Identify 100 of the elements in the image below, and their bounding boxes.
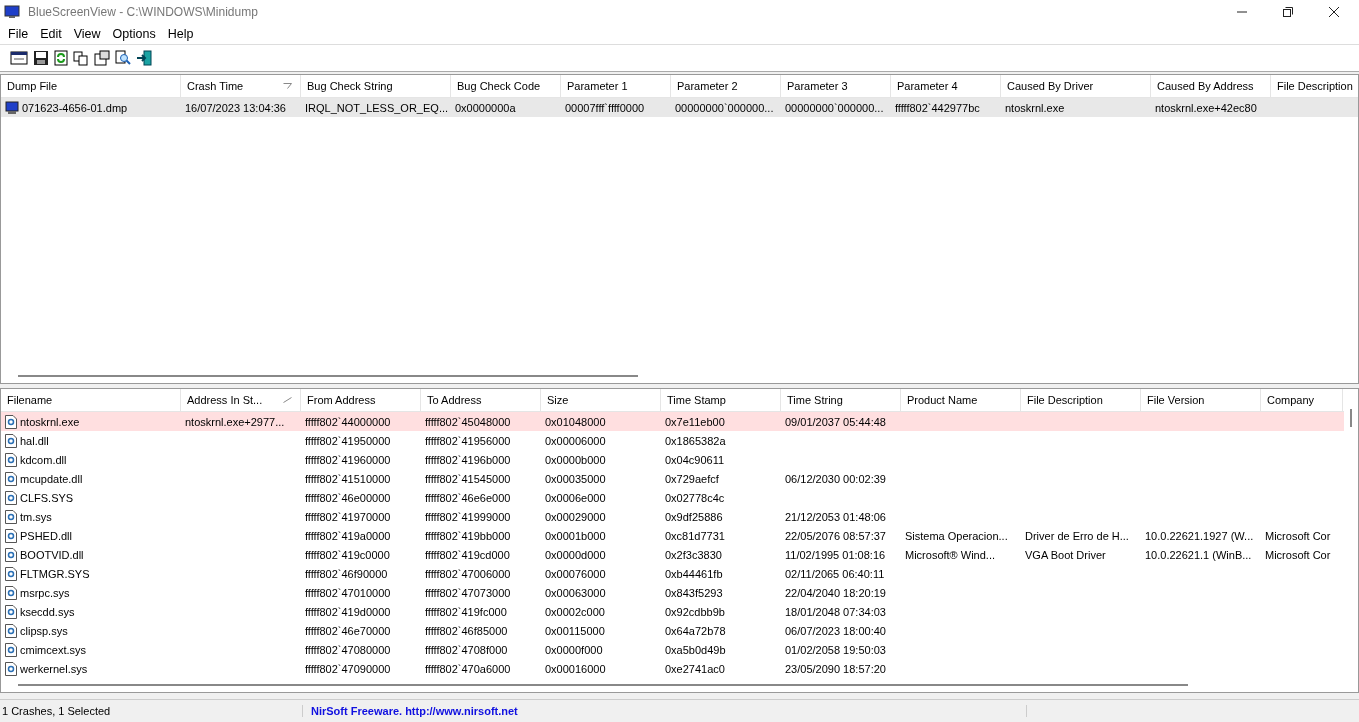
driver-row[interactable]: BOOTVID.dll fffff802`419c0000 fffff802`419cd000 0x0000d000 0x2f3c3830 11/02/1995 01:08:16 Microsoft® Wind... VGA Boot Driver 10.0.22621.1 (WinB... Microsoft Cor (1, 545, 1344, 564)
table-cell: 21/12/2053 01:48:06 (785, 510, 886, 523)
column-header[interactable]: Bug Check String (301, 75, 451, 97)
table-cell: fffff802`41545000 (425, 472, 511, 485)
driver-row[interactable]: msrpc.sys fffff802`47010000 fffff802`47073000 0x00063000 0x843f5293 22/04/2040 18:20:19 (1, 583, 1344, 602)
status-link[interactable]: NirSoft Freeware. http://www.nirsoft.net (303, 705, 1027, 717)
table-cell: kdcom.dll (20, 453, 67, 466)
driver-row[interactable]: clipsp.sys fffff802`46e70000 fffff802`46f85000 0x00115000 0x64a72b78 06/07/2023 18:00:40 (1, 621, 1344, 640)
close-icon[interactable] (1329, 7, 1339, 17)
table-cell: 0x9df25886 (665, 510, 723, 523)
table-cell: fffff802`46e00000 (305, 491, 391, 504)
column-header[interactable]: Parameter 1 (561, 75, 671, 97)
table-cell: cmimcext.sys (20, 643, 86, 656)
driver-file-icon (5, 528, 17, 543)
table-cell: 0x00115000 (545, 624, 605, 637)
column-header[interactable]: Parameter 2 (671, 75, 781, 97)
driver-file-icon (5, 509, 17, 524)
menu-item[interactable]: View (67, 27, 107, 41)
table-cell: 0x92cdbb9b (665, 605, 725, 618)
driver-row[interactable]: CLFS.SYS fffff802`46e00000 fffff802`46e6e000 0x0006e000 0x02778c4c (1, 488, 1344, 507)
column-header[interactable]: To Address (421, 389, 541, 411)
column-header[interactable]: File Description (1271, 75, 1359, 97)
driver-row[interactable]: ksecdd.sys fffff802`419d0000 fffff802`419fc000 0x0002c000 0x92cdbb9b 18/01/2048 07:34:03 (1, 602, 1344, 621)
maximize-icon[interactable] (1283, 7, 1293, 17)
table-cell: 0x729aefcf (665, 472, 719, 485)
column-header[interactable]: Parameter 3 (781, 75, 891, 97)
table-cell: ksecdd.sys (20, 605, 75, 618)
search-icon[interactable] (115, 50, 131, 66)
driver-row[interactable]: mcupdate.dll fffff802`41510000 fffff802`41545000 0x00035000 0x729aefcf 06/12/2030 00:02:39 (1, 469, 1344, 488)
crash-row[interactable]: 071623-4656-01.dmp 16/07/2023 13:04:36 IRQL_NOT_LESS_OR_EQ... 0x0000000a 00007fff`ffff0000 00000000`000000... 00000000`000000... fffff802`442977bc ntoskrnl.exe ntoskrnl.exe+42ec80 (1, 98, 1358, 117)
driver-row[interactable]: kdcom.dll fffff802`41960000 fffff802`4196b000 0x0000b000 0x04c90611 (1, 450, 1344, 469)
menu-item[interactable]: Help (161, 27, 200, 41)
driver-row[interactable]: ntoskrnl.exe ntoskrnl.exe+2977... fffff802`44000000 fffff802`45048000 0x01048000 0x7e11eb00 09/01/2037 05:44:48 (1, 412, 1344, 431)
table-cell: 0xa5b0d49b (665, 643, 726, 656)
column-header[interactable]: Crash Time (181, 75, 301, 97)
column-header[interactable]: Address In St... (181, 389, 301, 411)
table-cell: 0x0001b000 (545, 529, 606, 542)
table-cell: fffff802`419a0000 (305, 529, 391, 542)
table-cell: 0x0002c000 (545, 605, 605, 618)
column-header[interactable]: Company (1261, 389, 1343, 411)
table-cell: 16/07/2023 13:04:36 (185, 101, 286, 114)
table-cell: fffff802`41960000 (305, 453, 391, 466)
table-cell: VGA Boot Driver (1025, 548, 1106, 561)
driver-file-icon (5, 661, 17, 676)
menu-item[interactable]: Edit (34, 27, 68, 41)
refresh-icon[interactable] (54, 50, 68, 66)
report-icon[interactable] (94, 50, 110, 66)
column-header[interactable]: From Address (301, 389, 421, 411)
table-cell: 22/05/2076 08:57:37 (785, 529, 886, 542)
copy-icon[interactable] (73, 50, 89, 66)
driver-row[interactable]: cmimcext.sys fffff802`47080000 fffff802`4708f000 0x0000f000 0xa5b0d49b 01/02/2058 19:50:03 (1, 640, 1344, 659)
column-header[interactable]: Time Stamp (661, 389, 781, 411)
table-cell: 0x00016000 (545, 662, 606, 675)
column-header[interactable]: Product Name (901, 389, 1021, 411)
driver-row[interactable]: PSHED.dll fffff802`419a0000 fffff802`419bb000 0x0001b000 0xc81d7731 22/05/2076 08:57:37 Sistema Operacion... Driver de Erro de H... 10.0.22621.1927 (W... Microsoft Cor (1, 526, 1344, 545)
menu-item[interactable]: Options (106, 27, 162, 41)
driver-file-icon (5, 490, 17, 505)
column-header[interactable]: Caused By Address (1151, 75, 1271, 97)
driver-file-icon (5, 471, 17, 486)
save-icon[interactable] (33, 50, 49, 66)
driver-row[interactable]: werkernel.sys fffff802`47090000 fffff802`470a6000 0x00016000 0xe2741ac0 23/05/2090 18:57:20 (1, 659, 1344, 678)
driver-row[interactable]: tm.sys fffff802`41970000 fffff802`41999000 0x00029000 0x9df25886 21/12/2053 01:48:06 (1, 507, 1344, 526)
table-cell: BOOTVID.dll (20, 548, 84, 561)
table-cell: fffff802`47006000 (425, 567, 511, 580)
status-text: 1 Crashes, 1 Selected (0, 705, 303, 717)
app-icon (4, 5, 20, 19)
driver-row[interactable]: hal.dll fffff802`41950000 fffff802`41956000 0x00006000 0x1865382a (1, 431, 1344, 450)
menu-item[interactable]: File (2, 27, 35, 41)
driver-file-icon (5, 433, 17, 448)
driver-file-icon (5, 642, 17, 657)
table-cell: fffff802`46e6e000 (425, 491, 511, 504)
table-cell: PSHED.dll (20, 529, 72, 542)
table-cell: Microsoft Cor (1265, 529, 1331, 542)
driver-file-icon (5, 623, 17, 638)
table-cell: fffff802`47010000 (305, 586, 391, 599)
table-cell: msrpc.sys (20, 586, 70, 599)
driver-file-icon (5, 604, 17, 619)
column-header[interactable]: File Description (1021, 389, 1141, 411)
table-cell: 0xb44461fb (665, 567, 723, 580)
column-header[interactable]: Filename (1, 389, 181, 411)
column-header[interactable]: Time String (781, 389, 901, 411)
exit-icon[interactable] (136, 50, 152, 66)
table-cell: 071623-4656-01.dmp (22, 101, 128, 114)
column-header[interactable]: Size (541, 389, 661, 411)
table-cell: 0x04c90611 (665, 453, 725, 466)
column-header[interactable]: Parameter 4 (891, 75, 1001, 97)
table-cell: 18/01/2048 07:34:03 (785, 605, 886, 618)
table-cell: mcupdate.dll (20, 472, 83, 485)
table-cell: fffff802`46f90000 (305, 567, 388, 580)
properties-icon[interactable] (10, 50, 28, 66)
driver-file-icon (5, 566, 17, 581)
table-cell: 0x00076000 (545, 567, 606, 580)
column-header[interactable]: Caused By Driver (1001, 75, 1151, 97)
driver-row[interactable]: FLTMGR.SYS fffff802`46f90000 fffff802`47006000 0x00076000 0xb44461fb 02/11/2065 06:40:11 (1, 564, 1344, 583)
column-header[interactable]: Dump File (1, 75, 181, 97)
table-cell: 0x7e11eb00 (665, 415, 725, 428)
column-header[interactable]: File Version (1141, 389, 1261, 411)
column-header[interactable]: Bug Check Code (451, 75, 561, 97)
table-cell: ntoskrnl.exe+2977... (185, 415, 285, 428)
table-cell: FLTMGR.SYS (20, 567, 90, 580)
